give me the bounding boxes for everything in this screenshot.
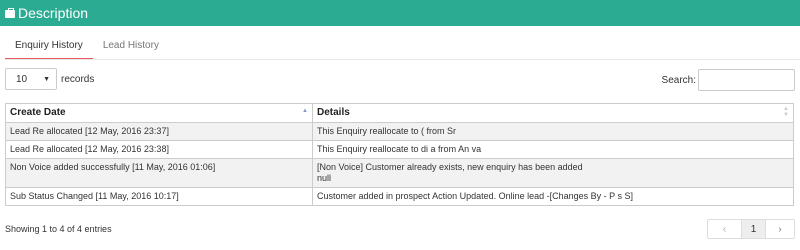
table-info: Showing 1 to 4 of 4 entries: [5, 224, 112, 234]
records-per-page-value: 10: [16, 73, 28, 85]
sort-ascending-icon: ▲: [302, 108, 308, 114]
pagination: ‹ 1 ›: [707, 219, 795, 239]
cell-details: Customer added in prospect Action Update…: [312, 187, 794, 206]
table-header-row: Create Date ▲ Details ▲ ▼: [5, 103, 794, 123]
column-header-label: Details: [317, 107, 350, 118]
table-row: Lead Re allocated [12 May, 2016 23:37] T…: [5, 122, 794, 141]
table-row: Lead Re allocated [12 May, 2016 23:38] T…: [5, 140, 794, 159]
history-table: Create Date ▲ Details ▲ ▼ Lead Re allocat…: [5, 103, 794, 206]
panel-title: Description: [18, 5, 89, 21]
tab-bar: Enquiry History Lead History: [5, 33, 169, 60]
page-1-button[interactable]: 1: [741, 219, 766, 239]
table-row: Sub Status Changed [11 May, 2016 10:17] …: [5, 187, 794, 206]
previous-page-button[interactable]: ‹: [707, 219, 742, 239]
cell-details: This Enquiry reallocate to di a from An …: [312, 140, 794, 159]
cell-create-date: Sub Status Changed [11 May, 2016 10:17]: [5, 187, 313, 206]
details-text: This Enquiry reallocate to di a from An …: [317, 144, 482, 154]
tabs-divider: [5, 59, 800, 60]
cell-create-date: Lead Re allocated [12 May, 2016 23:37]: [5, 122, 313, 141]
column-header-label: Create Date: [10, 107, 66, 118]
tab-enquiry-history[interactable]: Enquiry History: [5, 33, 93, 60]
column-header-create-date[interactable]: Create Date ▲: [5, 103, 313, 123]
details-text: Customer added in prospect Action Update…: [317, 191, 634, 201]
length-control: 10 ▼ records: [5, 68, 94, 90]
briefcase-icon: [5, 7, 15, 18]
cell-create-date: Non Voice added successfully [11 May, 20…: [5, 158, 313, 188]
search-control: Search:: [662, 69, 795, 91]
column-header-details[interactable]: Details ▲ ▼: [312, 103, 794, 123]
search-label: Search:: [661, 74, 696, 86]
table-row: Non Voice added successfully [11 May, 20…: [5, 158, 794, 188]
cell-details: [Non Voice] Customer already exists, new…: [312, 158, 794, 188]
records-label: records: [61, 73, 95, 85]
cell-details: This Enquiry reallocate to ( from Sr: [312, 122, 794, 141]
next-page-button[interactable]: ›: [765, 219, 795, 239]
tab-lead-history[interactable]: Lead History: [93, 33, 169, 60]
cell-create-date: Lead Re allocated [12 May, 2016 23:38]: [5, 140, 313, 159]
details-text: This Enquiry reallocate to ( from Sr: [317, 126, 457, 136]
sort-both-icon: ▲ ▼: [783, 106, 789, 118]
chevron-down-icon: ▼: [43, 75, 50, 83]
panel-header: Description: [0, 0, 800, 26]
records-per-page-select[interactable]: 10 ▼: [5, 68, 57, 90]
search-input[interactable]: [698, 69, 795, 91]
details-extra-text: null: [317, 173, 332, 183]
details-text: [Non Voice] Customer already exists, new…: [317, 162, 583, 172]
